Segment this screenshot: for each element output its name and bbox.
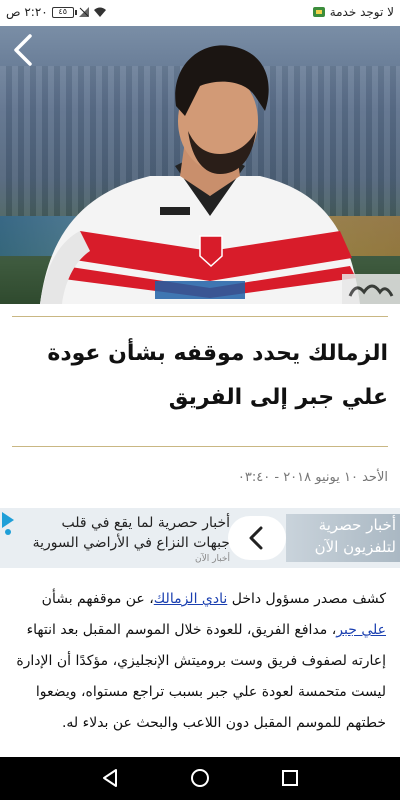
ad-right-line2: لتلفزيون الآن (314, 538, 396, 556)
article-text-3: ، مدافع الفريق، للعودة خلال الموسم المقب… (16, 622, 386, 731)
top-divider (12, 316, 388, 317)
ad-text-right[interactable]: أخبار حصرية لتلفزيون الآن (286, 514, 400, 562)
system-nav-bar (0, 757, 400, 800)
back-button[interactable] (8, 32, 38, 68)
ad-headline-line2: جبهات النزاع في الأراضي السورية (32, 535, 230, 551)
article-title: الزمالك يحدد موقفه بشأن عودة علي جبر إلى… (47, 341, 388, 410)
article-text-2: ، عن موقفهم بشأن (41, 591, 154, 607)
ad-right-line1: أخبار حصرية (318, 516, 396, 534)
masrawy-logo-icon (342, 274, 400, 304)
ad-text-left[interactable]: أخبار حصرية لما يقع في قلب جبهات النزاع … (20, 513, 230, 565)
carrier-text: لا توجد خدمة (329, 5, 394, 19)
no-signal-icon (78, 7, 89, 17)
article-body: كشف مصدر مسؤول داخل نادي الزمالك، عن موق… (16, 584, 386, 739)
status-right: لا توجد خدمة (312, 5, 394, 19)
app-notification-icon (312, 7, 325, 17)
hero-image (0, 26, 400, 304)
article-text-1: كشف مصدر مسؤول داخل (227, 591, 386, 607)
chevron-left-icon (249, 526, 263, 550)
article-date: الأحد ١٠ يونيو ٢٠١٨ - ٠٣:٤٠ (237, 470, 388, 485)
club-link[interactable]: نادي الزمالك (154, 591, 228, 607)
title-divider (12, 446, 388, 447)
ad-choices-icon[interactable] (0, 512, 16, 536)
ad-headline-line1: أخبار حصرية لما يقع في قلب (61, 515, 230, 531)
ad-banner[interactable]: أخبار حصرية لما يقع في قلب جبهات النزاع … (0, 508, 400, 568)
status-left: ٢:٢٠ ص ٤٥ (6, 5, 106, 19)
battery-icon: ٤٥ (51, 6, 77, 18)
player-link[interactable]: علي جبر (336, 622, 386, 638)
masrawy-logo (342, 274, 400, 304)
wifi-icon (93, 7, 106, 17)
player-photo-icon (40, 45, 360, 304)
nav-recents-icon[interactable] (278, 766, 302, 790)
nav-home-icon[interactable] (188, 766, 212, 790)
nav-back-icon[interactable] (98, 766, 122, 790)
ad-next-button[interactable] (228, 516, 286, 560)
clock: ٢:٢٠ ص (6, 5, 48, 19)
ad-source: أخبار الآن (195, 554, 230, 564)
status-bar: ٢:٢٠ ص ٤٥ لا توجد خدمة (0, 0, 400, 26)
